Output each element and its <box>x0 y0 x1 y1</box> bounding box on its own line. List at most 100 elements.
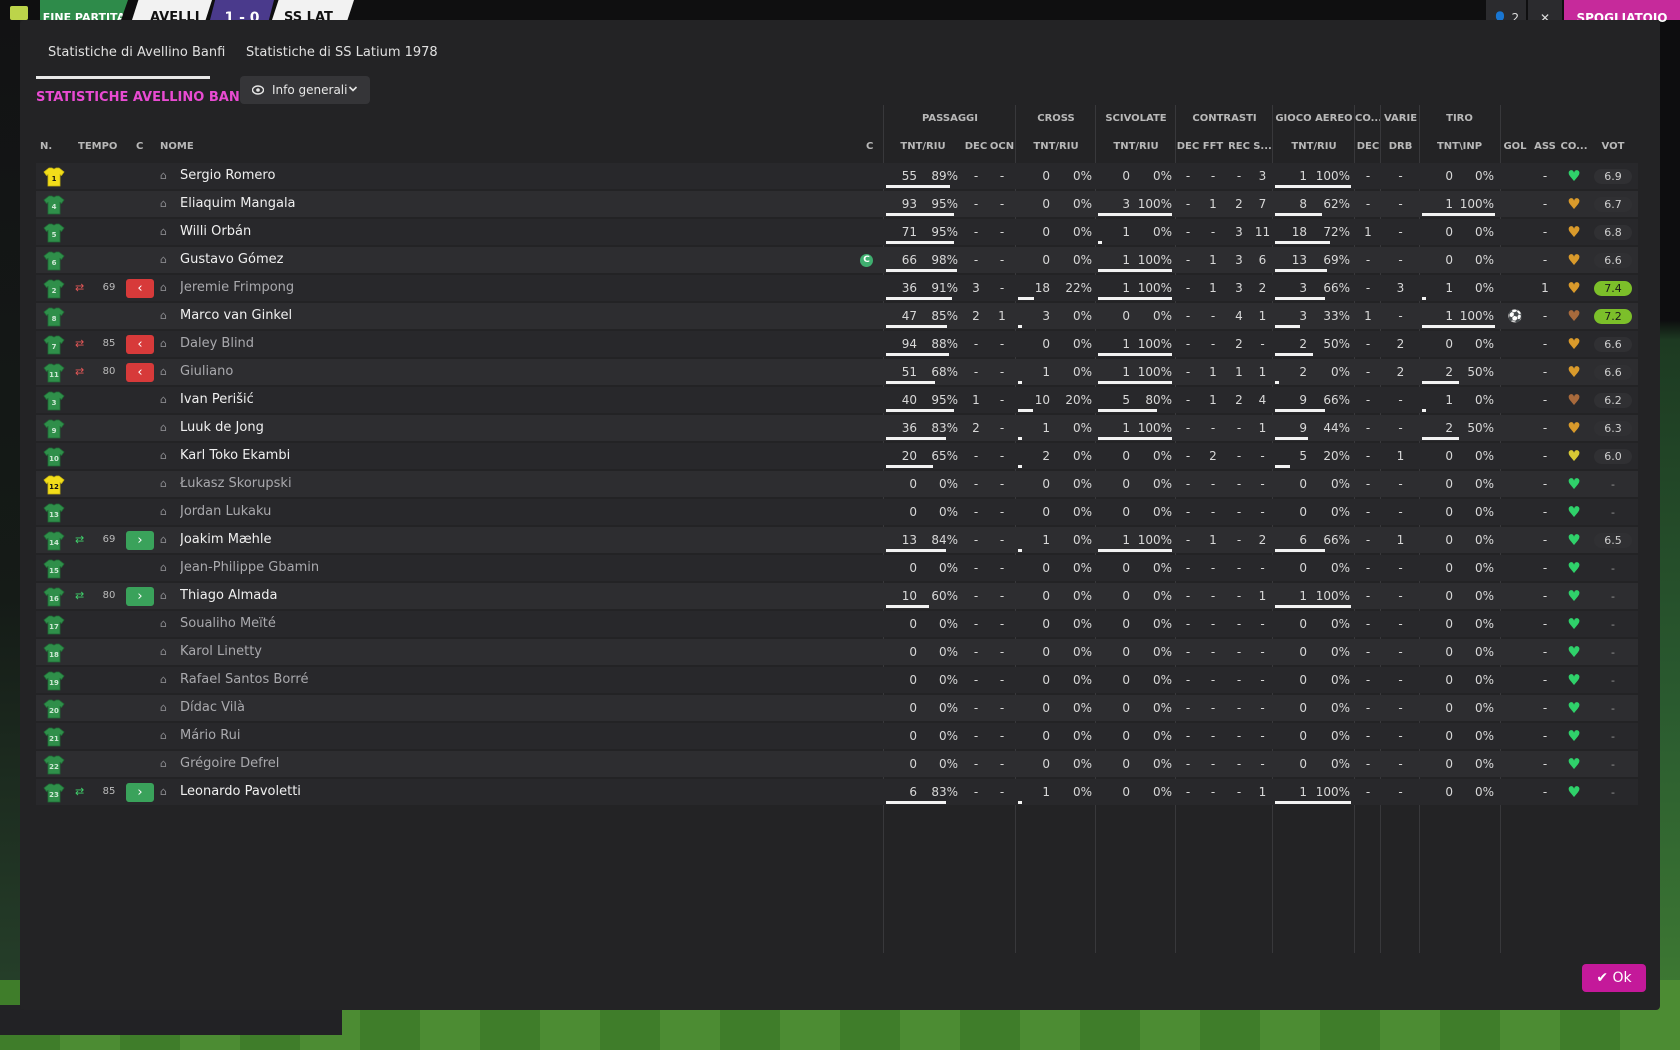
table-row[interactable]: 15 ⌂ Jean-Philippe Gbamin 0 0% - -0 0% 0 0% - - - -0… <box>36 555 1638 581</box>
table-row[interactable]: 6 ⌂ Gustavo Gómez C 66 98% - -0 0% 1 100% -1 3 6 13 69… <box>36 247 1638 273</box>
shirt-number-icon: 7 <box>43 335 65 359</box>
player-name[interactable]: Marco van Ginkel <box>180 303 600 329</box>
dribbles: - <box>1398 729 1403 743</box>
player-name[interactable]: Jordan Lukaku <box>180 499 600 525</box>
player-profile-icon: ⌂ <box>160 253 167 266</box>
match-rating: - <box>1611 618 1615 631</box>
player-name[interactable]: Ivan Perišić <box>180 387 600 413</box>
tab-away-stats[interactable]: Statistiche di SS Latium 1978 <box>234 42 450 76</box>
table-row[interactable]: 18 ⌂ Karol Linetty 0 0% - -0 0% 0 0% - - - -0 0% - -0 0%… <box>36 639 1638 665</box>
key-decisive: - <box>1365 393 1371 407</box>
close-icon[interactable]: ✕ <box>1528 0 1562 25</box>
goals: ⚽ <box>1507 309 1523 323</box>
player-profile-icon: ⌂ <box>160 533 167 546</box>
table-row[interactable]: 20 ⌂ Dídac Vilà 0 0% - -0 0% 0 0% - - - -0 0% - -0 0% - ♥ - <box>36 695 1638 721</box>
key-decisive: 1 <box>1364 225 1372 239</box>
player-name[interactable]: Giuliano <box>180 359 600 385</box>
player-name[interactable]: Daley Blind <box>180 331 600 357</box>
aerial-duels-count: 0 <box>1299 645 1307 659</box>
table-row[interactable]: 4 ⌂ Eliaquim Mangala 93 95% - -0 0% 3 100% -1 2 7 8 6… <box>36 191 1638 217</box>
aerial-duels-success-bar <box>1275 185 1351 188</box>
player-name[interactable]: Eliaquim Mangala <box>180 191 600 217</box>
view-select[interactable]: Info generali <box>240 76 370 104</box>
player-name[interactable]: Sergio Romero <box>180 163 600 189</box>
table-row[interactable]: 2 ⇄ 69 ‹ ⌂ Jeremie Frimpong 36 91% 3-18 22% 1 100%… <box>36 275 1638 301</box>
passes-decisive: - <box>973 449 979 463</box>
table-row[interactable]: 11 ⇄ 80 ‹ ⌂ Giuliano 51 68% - -1 0% 1 100% -1 1 1 2 0% -2… <box>36 359 1638 385</box>
challenges-decisive: - <box>1185 729 1191 743</box>
table-row[interactable]: 10 ⌂ Karl Toko Ekambi 20 65% - -2 0% 0 0% -2- -5 20… <box>36 443 1638 469</box>
dribbles: 1 <box>1396 449 1405 463</box>
player-name[interactable]: Dídac Vilà <box>180 695 600 721</box>
player-name[interactable]: Luuk de Jong <box>180 415 600 441</box>
table-row[interactable]: 22 ⌂ Grégoire Defrel 0 0% - -0 0% 0 0% - - - -0 0% - -0… <box>36 751 1638 777</box>
passes-success-bar <box>886 605 929 608</box>
condition-heart-icon: ♥ <box>1567 783 1581 801</box>
key-decisive: - <box>1365 197 1371 211</box>
shirt-number-icon: 16 <box>43 587 65 611</box>
aerial-duels-success-bar <box>1275 605 1351 608</box>
player-name[interactable]: Leonardo Pavoletti <box>180 779 600 805</box>
player-name[interactable]: Łukasz Skorupski <box>180 471 600 497</box>
player-name[interactable]: Gustavo Gómez <box>180 247 600 273</box>
player-name[interactable]: Karl Toko Ekambi <box>180 443 600 469</box>
table-row[interactable]: 12 ⌂ Łukasz Skorupski 0 0% - -0 0% 0 0% - - - -0 0% - -… <box>36 471 1638 497</box>
clearances: 11 <box>1254 225 1271 239</box>
shots-count: 0 <box>1445 701 1453 715</box>
table-row[interactable]: 14 ⇄ 69 › ⌂ Joakim Mæhle 13 84% - -1 0% 1 100% -1-2 6… <box>36 527 1638 553</box>
condition-heart-icon: ♥ <box>1567 559 1581 577</box>
player-name[interactable]: Willi Orbán <box>180 219 600 245</box>
player-name[interactable]: Thiago Almada <box>180 583 600 609</box>
subbed-off-icon: ‹ <box>126 335 154 354</box>
shirt-number-icon: 8 <box>43 307 65 331</box>
dribbles: 3 <box>1396 281 1405 295</box>
table-row[interactable]: 17 ⌂ Soualiho Meïté 0 0% - -0 0% 0 0% - - - -0 0% - -0 0… <box>36 611 1638 637</box>
key-decisive: - <box>1365 729 1371 743</box>
table-row[interactable]: 9 ⌂ Luuk de Jong 36 83% 2-1 0% 1 100% - - -1 9 44% - -… <box>36 415 1638 441</box>
crosses-pct: 0% <box>1072 337 1092 351</box>
challenges-decisive: - <box>1185 785 1191 799</box>
table-row[interactable]: 5 ⌂ Willi Orbán 71 95% - -0 0% 1 0% - -3 11 18 72% 1-0… <box>36 219 1638 245</box>
shots-count: 0 <box>1445 533 1453 547</box>
player-name[interactable]: Rafael Santos Borré <box>180 667 600 693</box>
shirt-number-icon: 3 <box>43 391 65 415</box>
svg-text:19: 19 <box>49 679 59 687</box>
player-name[interactable]: Jeremie Frimpong <box>180 275 600 301</box>
substitution-arrows-icon: ⇄ <box>75 281 85 294</box>
tackles-count: 0 <box>1122 757 1130 771</box>
player-name[interactable]: Mário Rui <box>180 723 600 749</box>
table-row[interactable]: 1 ⌂ Sergio Romero 55 89% - -0 0% 0 0% - - -3 1 100% - -… <box>36 163 1638 189</box>
table-row[interactable]: 21 ⌂ Mário Rui 0 0% - -0 0% 0 0% - - - -0 0% - -0 0% - ♥ - <box>36 723 1638 749</box>
key-decisive: - <box>1365 589 1371 603</box>
player-name[interactable]: Soualiho Meïté <box>180 611 600 637</box>
passes-decisive: - <box>973 561 979 575</box>
crosses-pct: 0% <box>1072 225 1092 239</box>
player-name[interactable]: Karol Linetty <box>180 639 600 665</box>
shots-success-bar <box>1422 437 1459 440</box>
aerial-duels-success-bar <box>1275 549 1325 552</box>
table-row[interactable]: 3 ⌂ Ivan Perišić 40 95% 1-10 20% 5 80% -1 2 4 9 66% -… <box>36 387 1638 413</box>
match-rating: 6.8 <box>1594 225 1632 240</box>
locker-room-button[interactable]: SPOGLIATOIO <box>1564 0 1680 25</box>
table-row[interactable]: 8 ⌂ Marco van Ginkel 47 85% 2 1 3 0% 0 0% - -4 1 3 33%… <box>36 303 1638 329</box>
table-row[interactable]: 23 ⇄ 85 › ⌂ Leonardo Pavoletti 6 83% - -1 0% 0 0% - -… <box>36 779 1638 805</box>
player-name[interactable]: Joakim Mæhle <box>180 527 600 553</box>
tab-home-stats[interactable]: Statistiche di Avellino Banfi <box>36 42 225 79</box>
svg-text:6: 6 <box>52 259 57 267</box>
passes-decisive: - <box>973 253 979 267</box>
player-name[interactable]: Jean-Philippe Gbamin <box>180 555 600 581</box>
player-name[interactable]: Grégoire Defrel <box>180 751 600 777</box>
competition-logo-icon <box>10 6 28 20</box>
aerial-duels-pct: 0% <box>1330 505 1350 519</box>
table-row[interactable]: 7 ⇄ 85 ‹ ⌂ Daley Blind 94 88% - -0 0% 1 100% - -2-2 50… <box>36 331 1638 357</box>
table-row[interactable]: 19 ⌂ Rafael Santos Borré 0 0% - -0 0% 0 0% - - - -0 0… <box>36 667 1638 693</box>
key-decisive: - <box>1365 337 1371 351</box>
table-row[interactable]: 13 ⌂ Jordan Lukaku 0 0% - -0 0% 0 0% - - - -0 0% - -0 0%… <box>36 499 1638 525</box>
ok-button[interactable]: ✔ Ok <box>1582 964 1646 992</box>
clearances: - <box>1260 645 1265 659</box>
tackles-count: 0 <box>1122 449 1130 463</box>
fouls-committed: - <box>1210 645 1216 659</box>
goals <box>1501 331 1529 357</box>
people-button[interactable]: 👤 2 <box>1486 0 1526 25</box>
table-row[interactable]: 16 ⇄ 80 › ⌂ Thiago Almada 10 60% - -0 0% 0 0% - - -1 1 1… <box>36 583 1638 609</box>
